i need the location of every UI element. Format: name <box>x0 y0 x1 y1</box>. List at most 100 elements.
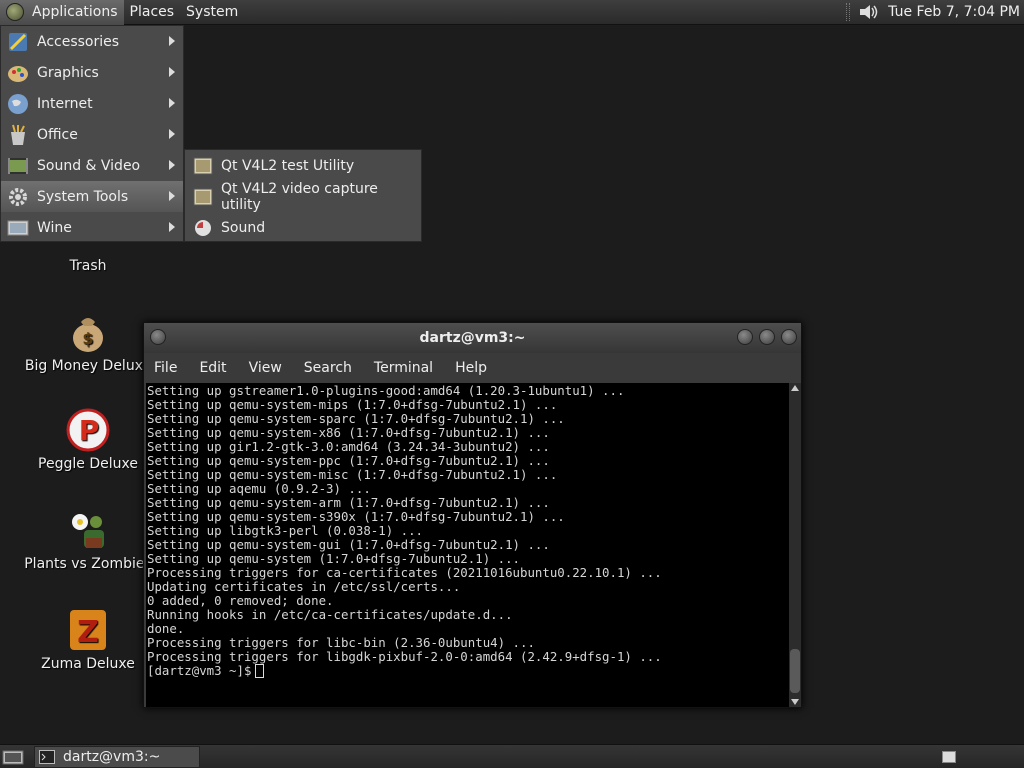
maximize-button[interactable] <box>759 329 775 345</box>
terminal-prompt: [dartz@vm3 ~]$ <box>147 663 252 678</box>
menu-item-sound-video[interactable]: Sound & Video <box>1 150 183 181</box>
menu-file[interactable]: File <box>154 360 177 376</box>
show-desktop-icon[interactable] <box>2 748 24 766</box>
svg-text:$: $ <box>82 329 93 348</box>
submenu-arrow-icon <box>169 129 175 139</box>
window-title: dartz@vm3:~ <box>419 330 526 346</box>
applications-menu[interactable]: Applications <box>0 0 124 25</box>
desktop-icon-zuma[interactable]: Z Zuma Deluxe <box>30 608 146 672</box>
menu-item-internet[interactable]: Internet <box>1 88 183 119</box>
terminal-line: Setting up gir1.2-gtk-3.0:amd64 (3.24.34… <box>147 439 550 454</box>
menu-help[interactable]: Help <box>455 360 487 376</box>
taskbar-item-terminal[interactable]: dartz@vm3:~ <box>34 745 200 768</box>
terminal-line: Processing triggers for libc-bin (2.36-0… <box>147 635 535 650</box>
submenu-item-label: Qt V4L2 test Utility <box>221 157 355 174</box>
desktop-icon-plants-vs-zombies[interactable]: Plants vs Zombies <box>24 508 152 572</box>
taskbar-item-label: dartz@vm3:~ <box>63 748 161 765</box>
system-tray: Tue Feb 7, 7:04 PM <box>846 0 1024 25</box>
window-menu-button[interactable] <box>150 329 166 345</box>
minimize-button[interactable] <box>737 329 753 345</box>
desktop-icon-label: Zuma Deluxe <box>41 656 135 672</box>
clock[interactable]: Tue Feb 7, 7:04 PM <box>888 4 1020 20</box>
desktop-icon-label: Peggle Deluxe <box>38 456 138 472</box>
volume-icon[interactable] <box>858 3 880 21</box>
sound-icon <box>195 219 211 236</box>
terminal-line: Setting up qemu-system-arm (1:7.0+dfsg-7… <box>147 495 550 510</box>
submenu-arrow-icon <box>169 191 175 201</box>
places-menu-label: Places <box>129 4 175 20</box>
terminal-line: Setting up qemu-system-s390x (1:7.0+dfsg… <box>147 509 565 524</box>
desktop-icon-label: Trash <box>69 258 107 274</box>
menu-item-label: System Tools <box>37 188 129 205</box>
submenu-item-label: Qt V4L2 video capture utility <box>221 180 378 213</box>
menu-item-label: Internet <box>37 95 93 112</box>
terminal-icon <box>39 749 55 764</box>
applications-menu-label: Applications <box>32 4 118 20</box>
desktop-icon-peggle[interactable]: P Peggle Deluxe <box>30 408 146 472</box>
submenu-arrow-icon <box>169 98 175 108</box>
scrollbar-thumb[interactable] <box>790 649 800 693</box>
menu-item-wine[interactable]: Wine <box>1 212 183 243</box>
terminal-line: done. <box>147 621 185 636</box>
workspace-switcher[interactable] <box>942 750 956 763</box>
qt-app-icon <box>193 157 213 174</box>
terminal-titlebar[interactable]: dartz@vm3:~ <box>144 323 801 353</box>
terminal-menubar: File Edit View Search Terminal Help <box>144 353 801 383</box>
system-tools-icon <box>9 187 27 206</box>
system-menu[interactable]: System <box>180 0 244 25</box>
text-cursor <box>255 664 265 678</box>
peggle-icon: P <box>66 408 110 452</box>
close-button[interactable] <box>781 329 797 345</box>
terminal-line: Running hooks in /etc/ca-certificates/up… <box>147 607 513 622</box>
menu-terminal[interactable]: Terminal <box>374 360 433 376</box>
menu-edit[interactable]: Edit <box>199 360 226 376</box>
terminal-line: Setting up gstreamer1.0-plugins-good:amd… <box>147 383 625 398</box>
submenu-arrow-icon <box>169 36 175 46</box>
menu-item-label: Graphics <box>37 64 99 81</box>
menu-item-label: Accessories <box>37 33 120 50</box>
terminal-line: Setting up qemu-system-sparc (1:7.0+dfsg… <box>147 411 565 426</box>
zuma-icon: Z <box>70 610 106 650</box>
terminal-scrollbar[interactable] <box>789 383 801 707</box>
terminal-line: Processing triggers for libgdk-pixbuf-2.… <box>147 649 662 664</box>
submenu-item-qt-v4l2-test[interactable]: Qt V4L2 test Utility <box>185 150 421 181</box>
money-bag-icon: $ <box>73 318 103 352</box>
menu-search[interactable]: Search <box>304 360 352 376</box>
office-icon <box>11 124 25 145</box>
plants-icon <box>72 514 104 548</box>
top-panel: Applications Places System Tue Feb 7, 7:… <box>0 0 1024 25</box>
submenu-arrow-icon <box>169 222 175 232</box>
tray-grip-handle[interactable] <box>846 3 851 21</box>
terminal-line: Updating certificates in /etc/ssl/certs.… <box>147 579 461 594</box>
submenu-item-sound[interactable]: Sound <box>185 212 421 243</box>
menu-item-accessories[interactable]: Accessories <box>1 26 183 57</box>
places-menu[interactable]: Places <box>124 0 181 25</box>
accessories-icon <box>9 32 27 51</box>
scroll-down-arrow-icon[interactable] <box>791 699 799 705</box>
svg-text:Z: Z <box>77 615 99 650</box>
terminal-line: 0 added, 0 removed; done. <box>147 593 334 608</box>
submenu-item-qt-v4l2-capture[interactable]: Qt V4L2 video capture utility <box>185 180 421 213</box>
menu-item-system-tools[interactable]: System Tools <box>1 181 183 212</box>
terminal-line: Setting up qemu-system-gui (1:7.0+dfsg-7… <box>147 537 550 552</box>
menu-item-office[interactable]: Office <box>1 119 183 150</box>
terminal-line: Setting up qemu-system-x86 (1:7.0+dfsg-7… <box>147 425 550 440</box>
menu-item-label: Office <box>37 126 78 143</box>
menu-item-graphics[interactable]: Graphics <box>1 57 183 88</box>
terminal-line: Setting up aqemu (0.9.2-3) ... <box>147 481 371 496</box>
scroll-up-arrow-icon[interactable] <box>791 385 799 391</box>
terminal-window: dartz@vm3:~ File Edit View Search Termin… <box>143 322 802 708</box>
wine-icon <box>7 220 29 235</box>
submenu-arrow-icon <box>169 160 175 170</box>
system-menu-label: System <box>186 4 239 20</box>
system-tools-submenu: Qt V4L2 test Utility Qt V4L2 video captu… <box>184 149 422 242</box>
terminal-line: Setting up qemu-system (1:7.0+dfsg-7ubun… <box>147 551 520 566</box>
sound-video-icon <box>8 157 28 174</box>
terminal-output[interactable]: Setting up gstreamer1.0-plugins-good:amd… <box>146 383 789 707</box>
terminal-prompt-line[interactable]: [dartz@vm3 ~]$ <box>147 664 789 678</box>
svg-text:P: P <box>79 414 100 447</box>
terminal-line: Setting up qemu-system-mips (1:7.0+dfsg-… <box>147 397 558 412</box>
menu-view[interactable]: View <box>249 360 282 376</box>
desktop-icon-big-money[interactable]: $ Big Money Deluxe <box>25 310 151 374</box>
menu-item-label: Wine <box>37 219 72 236</box>
